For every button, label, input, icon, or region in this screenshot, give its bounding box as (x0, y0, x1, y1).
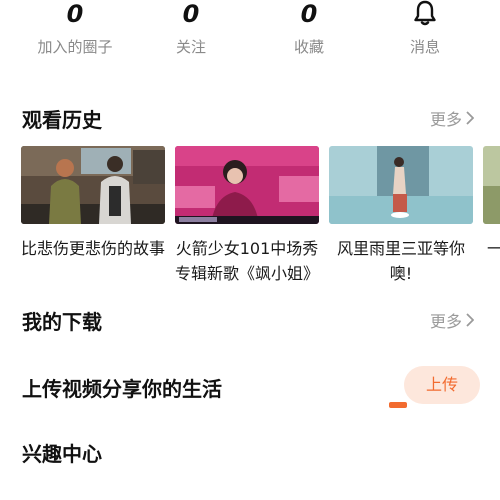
video-title: 火箭少女101中场秀专辑新歌《飒小姐》 (175, 239, 319, 283)
history-video-card[interactable]: 火箭少女101中场秀专辑新歌《飒小姐》 (175, 146, 319, 286)
video-thumbnail (483, 146, 500, 224)
stat-favorites[interactable]: 0 收藏 (254, 0, 364, 57)
video-thumbnail (175, 146, 319, 224)
stat-joined-circles-count: 0 (66, 0, 84, 28)
stat-following[interactable]: 0 关注 (136, 0, 246, 57)
upload-button[interactable]: 上传 (404, 366, 480, 404)
bell-icon (370, 0, 480, 30)
stat-favorites-label: 收藏 (293, 38, 324, 56)
video-title: 风里雨里三亚等你噢! (336, 239, 465, 283)
orange-indicator (389, 402, 407, 408)
profile-stats: 0 加入的圈子 0 关注 0 收藏 消息 (0, 0, 500, 72)
stat-joined-circles-label: 加入的圈子 (37, 38, 113, 56)
upload-title: 上传视频分享你的生活 (22, 377, 222, 401)
chevron-right-icon (466, 111, 474, 125)
history-video-card[interactable]: 一儿 (483, 146, 500, 286)
chevron-right-icon (466, 313, 474, 327)
interest-icon (56, 492, 90, 500)
stat-following-label: 关注 (175, 38, 206, 56)
interest-title: 兴趣中心 (22, 442, 102, 466)
stat-joined-circles[interactable]: 0 加入的圈子 (20, 0, 130, 57)
history-list: 比悲伤更悲伤的故事 火箭少女101中场秀专辑新歌《飒小姐》 风里雨里三亚等你噢!… (0, 146, 500, 296)
video-thumbnail (329, 146, 473, 224)
history-video-card[interactable]: 风里雨里三亚等你噢! (329, 146, 473, 286)
history-title: 观看历史 (22, 108, 102, 132)
downloads-more-label: 更多 (429, 312, 462, 331)
stat-favorites-count: 0 (300, 0, 318, 28)
downloads-title: 我的下载 (22, 310, 102, 334)
history-more-link[interactable]: 更多 (430, 106, 474, 130)
video-title: 一儿 (487, 239, 500, 258)
history-more-label: 更多 (429, 110, 462, 129)
video-thumbnail (21, 146, 165, 224)
downloads-more-link[interactable]: 更多 (430, 308, 474, 332)
stat-messages-label: 消息 (409, 38, 440, 56)
stat-messages[interactable]: 消息 (370, 0, 480, 57)
history-video-card[interactable]: 比悲伤更悲伤的故事 (21, 146, 165, 286)
stat-following-count: 0 (182, 0, 200, 28)
video-title: 比悲伤更悲伤的故事 (21, 239, 165, 258)
